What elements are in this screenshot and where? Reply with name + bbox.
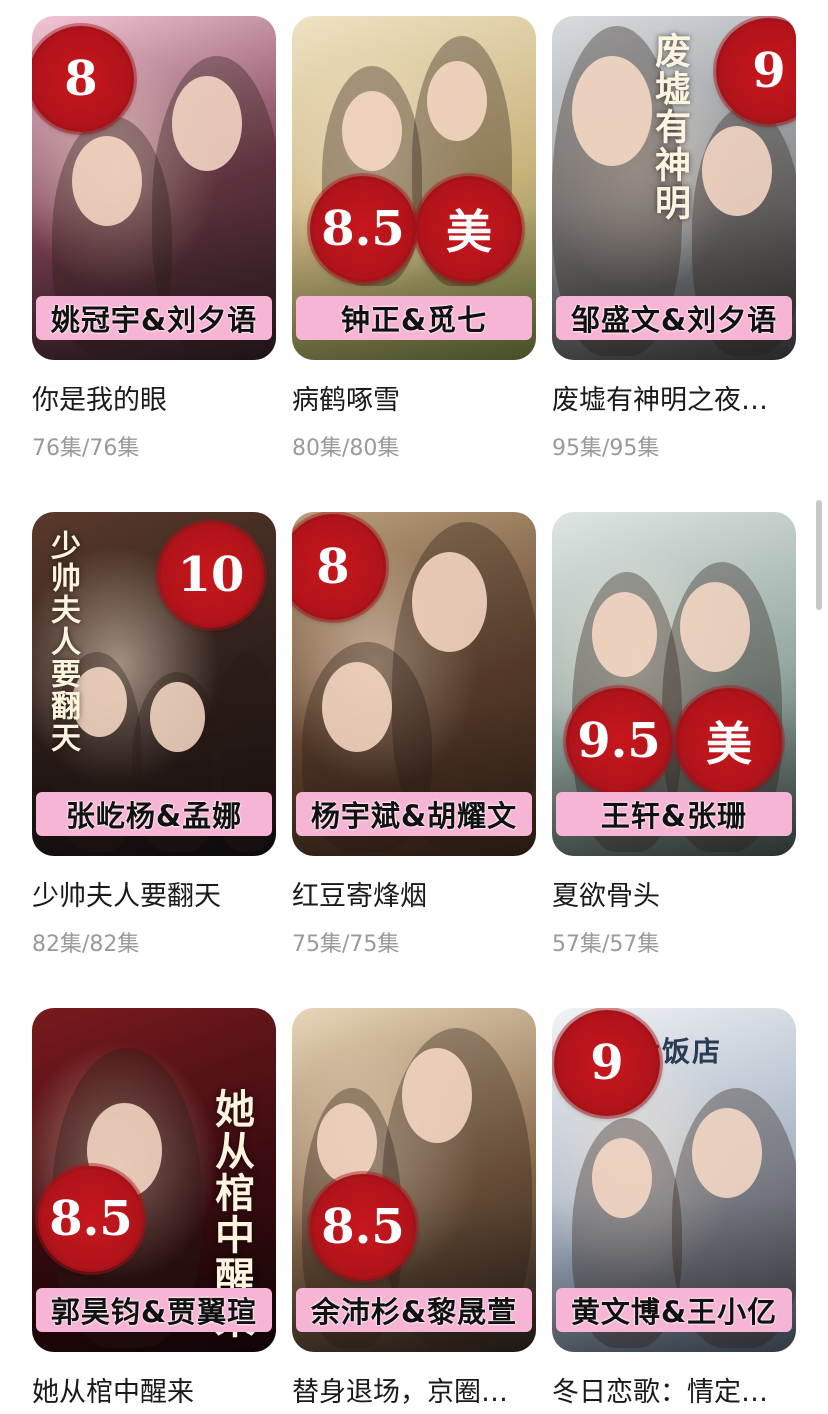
score-stamp: 9 bbox=[554, 1010, 660, 1116]
poster-image[interactable]: 8.5 美 钟正&觅七 bbox=[292, 16, 536, 360]
episode-count: 57集/57集 bbox=[552, 932, 660, 957]
poster-image[interactable]: 8.5 余沛杉&黎晟萱 bbox=[292, 1008, 536, 1352]
score-stamp: 10 bbox=[158, 522, 264, 628]
beauty-stamp: 美 bbox=[676, 688, 782, 794]
drama-title[interactable]: 少帅夫人要翻天 bbox=[32, 874, 276, 913]
drama-title[interactable]: 红豆寄烽烟 bbox=[292, 874, 536, 913]
poster-image[interactable]: 少帅夫人要翻天 10 张屹杨&孟娜 bbox=[32, 512, 276, 856]
cast-label: 余沛杉&黎晟萱 bbox=[296, 1288, 532, 1332]
drama-title[interactable]: 冬日恋歌：情定… bbox=[552, 1370, 796, 1409]
cast-label: 邹盛文&刘夕语 bbox=[556, 296, 792, 340]
cast-label: 张屹杨&孟娜 bbox=[36, 792, 272, 836]
poster-image[interactable]: 9.5 美 王轩&张珊 bbox=[552, 512, 796, 856]
poster-image[interactable]: 8 姚冠宇&刘夕语 bbox=[32, 16, 276, 360]
score-stamp: 8.5 bbox=[310, 1174, 416, 1280]
cast-label: 王轩&张珊 bbox=[556, 792, 792, 836]
drama-title[interactable]: 她从棺中醒来 bbox=[32, 1370, 276, 1409]
poster-image[interactable]: 8 杨宇斌&胡耀文 bbox=[292, 512, 536, 856]
cast-label: 郭昊钧&贾翼瑄 bbox=[36, 1288, 272, 1332]
poster-title: 少帅夫人要翻天 bbox=[45, 530, 80, 754]
drama-title[interactable]: 废墟有神明之夜… bbox=[552, 378, 796, 417]
drama-title[interactable]: 夏欲骨头 bbox=[552, 874, 796, 913]
cast-label: 黄文博&王小亿 bbox=[556, 1288, 792, 1332]
score-stamp: 8 bbox=[32, 26, 134, 132]
episode-count: 95集/95集 bbox=[552, 436, 660, 461]
drama-grid: 8 姚冠宇&刘夕语 你是我的眼 76集/76集 8.5 美 钟正&觅七 病鹤啄雪… bbox=[0, 0, 828, 1414]
drama-title[interactable]: 你是我的眼 bbox=[32, 378, 276, 417]
drama-title[interactable]: 替身退场，京圈… bbox=[292, 1370, 536, 1409]
poster-image[interactable]: 废墟有神明 9 邹盛文&刘夕语 bbox=[552, 16, 796, 360]
cast-label: 钟正&觅七 bbox=[296, 296, 532, 340]
episode-count: 76集/76集 bbox=[32, 436, 140, 461]
poster-image[interactable]: 大饭店 9 黄文博&王小亿 bbox=[552, 1008, 796, 1352]
episode-count: 75集/75集 bbox=[292, 932, 400, 957]
scrollbar[interactable] bbox=[816, 500, 822, 610]
drama-title[interactable]: 病鹤啄雪 bbox=[292, 378, 536, 417]
score-stamp: 8.5 bbox=[38, 1166, 144, 1272]
score-stamp: 8.5 bbox=[310, 176, 416, 282]
poster-image[interactable]: 她从棺中醒来 8.5 郭昊钧&贾翼瑄 bbox=[32, 1008, 276, 1352]
episode-count: 80集/80集 bbox=[292, 436, 400, 461]
poster-title: 废墟有神明 bbox=[649, 32, 691, 222]
cast-label: 姚冠宇&刘夕语 bbox=[36, 296, 272, 340]
cast-label: 杨宇斌&胡耀文 bbox=[296, 792, 532, 836]
beauty-stamp: 美 bbox=[416, 176, 522, 282]
episode-count: 82集/82集 bbox=[32, 932, 140, 957]
score-stamp: 9.5 bbox=[566, 688, 672, 794]
